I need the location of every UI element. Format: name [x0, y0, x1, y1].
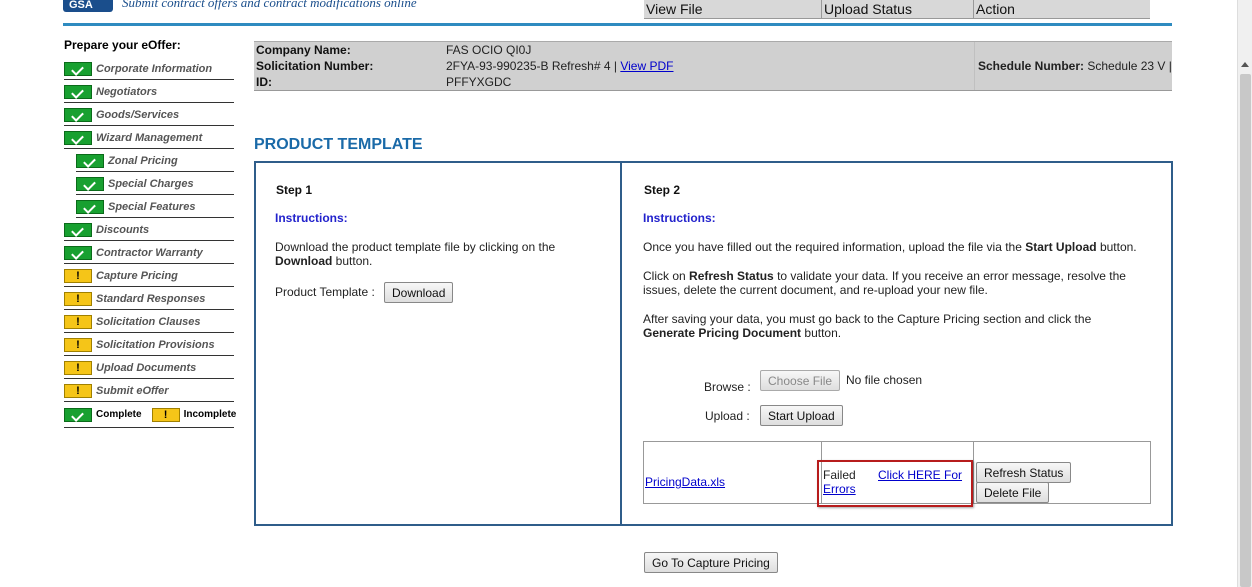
incomplete-warning-icon: !	[64, 315, 92, 329]
sidebar-item-label: Contractor Warranty	[96, 247, 203, 259]
complete-check-icon	[64, 85, 92, 99]
header-divider	[63, 23, 1172, 26]
refresh-status-button[interactable]: Refresh Status	[976, 462, 1072, 483]
sidebar-item[interactable]: Zonal Pricing	[76, 149, 234, 172]
status-legend: Complete ! Incomplete	[64, 402, 237, 428]
column-header-view-file: View File	[644, 0, 822, 19]
sidebar-item-label: Discounts	[96, 224, 150, 236]
sidebar-item-label: Solicitation Clauses	[96, 316, 201, 328]
sidebar-item-label: Special Charges	[108, 178, 194, 190]
complete-check-icon	[64, 108, 92, 122]
vertical-scrollbar[interactable]	[1237, 0, 1252, 587]
page-title: PRODUCT TEMPLATE	[254, 136, 423, 153]
legend-complete-label: Complete	[96, 409, 142, 420]
complete-check-icon	[64, 223, 92, 237]
step2-paragraph-1: Once you have filled out the required in…	[643, 240, 1137, 254]
browse-label: Browse :	[704, 380, 751, 394]
pricing-data-file-link[interactable]: PricingData.xls	[645, 475, 725, 489]
table-column-divider	[973, 441, 974, 504]
incomplete-warning-icon: !	[64, 384, 92, 398]
sidebar-item-label: Goods/Services	[96, 109, 180, 121]
sidebar-item[interactable]: Wizard Management	[64, 126, 234, 149]
complete-check-icon	[76, 200, 104, 214]
complete-check-icon	[64, 407, 92, 422]
go-to-capture-pricing-button[interactable]: Go To Capture Pricing	[644, 552, 778, 573]
legend-incomplete-label: Incomplete	[183, 409, 237, 420]
sidebar-item[interactable]: Contractor Warranty	[64, 241, 234, 264]
solicitation-number-label: Solicitation Number:	[256, 59, 374, 73]
sidebar-item[interactable]: Special Features	[76, 195, 234, 218]
sidebar-item[interactable]: ! Capture Pricing	[64, 264, 234, 287]
step2-paragraph-3: After saving your data, you must go back…	[643, 312, 1092, 340]
step2-title: Step 2	[644, 183, 681, 197]
sidebar-item[interactable]: ! Solicitation Clauses	[64, 310, 234, 333]
choose-file-button[interactable]: Choose File	[760, 370, 841, 391]
sidebar-item[interactable]: Negotiators	[64, 80, 234, 103]
header-tagline: Submit contract offers and contract modi…	[122, 0, 417, 10]
sidebar-title: Prepare your eOffer:	[64, 38, 181, 52]
sidebar-item-label: Capture Pricing	[96, 270, 178, 282]
product-template-label: Product Template :	[275, 285, 375, 299]
eoffer-sidebar: Prepare your eOffer: Corporate Informati…	[64, 37, 237, 428]
id-label: ID:	[256, 75, 272, 89]
step1-text: Download the product template file by cl…	[275, 240, 556, 268]
complete-check-icon	[64, 246, 92, 260]
sidebar-item-label: Negotiators	[96, 86, 158, 98]
error-highlight-box	[817, 460, 973, 507]
gsa-logo: GSA	[63, 0, 113, 12]
panel-divider	[620, 161, 622, 526]
sidebar-item[interactable]: Special Charges	[76, 172, 234, 195]
sidebar-item-label: Zonal Pricing	[108, 155, 178, 167]
sidebar-item[interactable]: ! Submit eOffer	[64, 379, 234, 402]
sidebar-item-label: Upload Documents	[96, 362, 197, 374]
column-header-action: Action	[974, 0, 1150, 19]
solicitation-number-value: 2FYA-93-990235-B Refresh# 4 | View PDF	[446, 59, 674, 73]
sidebar-item[interactable]: Goods/Services	[64, 103, 234, 126]
offer-info-bar: Company Name: FAS OCIO QI0J Solicitation…	[254, 41, 1172, 91]
step1-instructions: Instructions:	[275, 211, 348, 225]
upload-label: Upload :	[705, 409, 750, 423]
incomplete-warning-icon: !	[64, 269, 92, 283]
sidebar-item-label: Corporate Information	[96, 63, 213, 75]
column-header-upload-status: Upload Status	[822, 0, 974, 19]
step2-instructions: Instructions:	[643, 211, 716, 225]
schedule-number: Schedule Number: Schedule 23 V |	[978, 59, 1172, 73]
sidebar-item[interactable]: Discounts	[64, 218, 234, 241]
download-button[interactable]: Download	[384, 282, 454, 303]
complete-check-icon	[64, 62, 92, 76]
incomplete-warning-icon: !	[64, 338, 92, 352]
scroll-up-arrow-icon[interactable]	[1241, 62, 1249, 67]
incomplete-warning-icon: !	[64, 361, 92, 375]
sidebar-item-label: Solicitation Provisions	[96, 339, 215, 351]
sidebar-item-label: Submit eOffer	[96, 385, 169, 397]
step2-paragraph-2: Click on Refresh Status to validate your…	[643, 269, 1126, 297]
sidebar-item-label: Standard Responses	[96, 293, 206, 305]
sidebar-item-label: Wizard Management	[96, 132, 203, 144]
incomplete-warning-icon: !	[151, 407, 180, 422]
company-name-label: Company Name:	[256, 43, 351, 57]
step1-title: Step 1	[276, 183, 313, 197]
sidebar-item-label: Special Features	[108, 201, 196, 213]
sidebar-item[interactable]: ! Upload Documents	[64, 356, 234, 379]
sidebar-item[interactable]: ! Standard Responses	[64, 287, 234, 310]
start-upload-button[interactable]: Start Upload	[760, 405, 843, 426]
incomplete-warning-icon: !	[64, 292, 92, 306]
sidebar-item[interactable]: Corporate Information	[64, 57, 234, 80]
sidebar-item[interactable]: ! Solicitation Provisions	[64, 333, 234, 356]
scrollbar-thumb[interactable]	[1240, 74, 1251, 587]
file-chosen-status: No file chosen	[846, 373, 923, 387]
delete-file-button[interactable]: Delete File	[976, 482, 1050, 503]
id-value: PFFYXGDC	[446, 75, 512, 89]
info-separator	[974, 42, 975, 90]
complete-check-icon	[76, 154, 104, 168]
view-pdf-link[interactable]: View PDF	[620, 59, 673, 73]
complete-check-icon	[64, 131, 92, 145]
complete-check-icon	[76, 177, 104, 191]
company-name-value: FAS OCIO QI0J	[446, 43, 532, 57]
